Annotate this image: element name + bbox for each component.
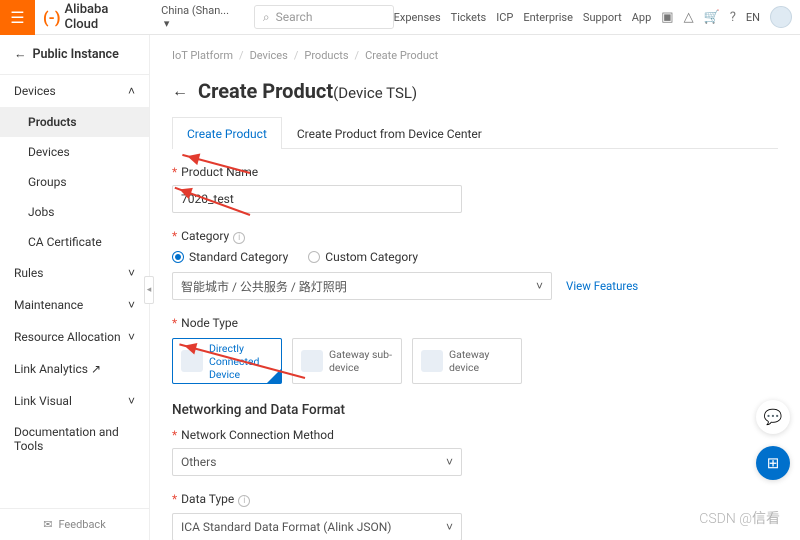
tabs: Create Product Create Product from Devic…: [172, 117, 778, 149]
nav-group-rules[interactable]: Rules˅: [0, 257, 149, 289]
brand-mark-icon: (-): [43, 8, 61, 27]
nav-app[interactable]: App: [632, 11, 652, 24]
search-input[interactable]: ⌕ Search: [254, 5, 394, 29]
product-name-label: Product Name: [172, 165, 778, 179]
lang-switch[interactable]: EN: [746, 11, 760, 24]
notification-icon[interactable]: △: [684, 10, 694, 25]
region-selector[interactable]: China (Shan... ▾: [161, 4, 240, 30]
tab-create-from-device-center[interactable]: Create Product from Device Center: [282, 117, 497, 149]
node-type-label: Node Type: [172, 316, 778, 330]
sidebar-item-ca-certificate[interactable]: CA Certificate: [0, 227, 149, 257]
nav-group-link-analytics[interactable]: Link Analytics ↗: [0, 353, 149, 385]
data-type-label: Data Typei: [172, 492, 778, 507]
crumb-iot[interactable]: IoT Platform: [172, 49, 233, 62]
nav-group-resource-allocation[interactable]: Resource Allocation˅: [0, 321, 149, 353]
public-instance-back[interactable]: ← Public Instance: [0, 35, 149, 75]
device-icon: [421, 350, 443, 372]
category-select[interactable]: 智能城市 / 公共服务 / 路灯照明˅: [172, 272, 552, 300]
chevron-down-icon: ˅: [446, 520, 453, 534]
crumb-devices[interactable]: Devices: [250, 49, 288, 62]
brand-text: Alibaba Cloud: [64, 2, 145, 32]
nav-group-maintenance[interactable]: Maintenance˅: [0, 289, 149, 321]
feedback-button[interactable]: ✉Feedback: [0, 508, 149, 540]
node-card-sub-device[interactable]: Gateway sub-device: [292, 338, 402, 384]
view-features-link[interactable]: View Features: [566, 279, 638, 293]
chevron-up-icon: ˄: [128, 84, 135, 98]
crumb-create-product: Create Product: [365, 49, 438, 62]
tab-create-product[interactable]: Create Product: [172, 117, 282, 149]
nav-group-devices[interactable]: Devices˄: [0, 75, 149, 107]
radio-standard-category[interactable]: Standard Category: [172, 250, 288, 264]
sidebar: ← Public Instance Devices˄ Products Devi…: [0, 35, 150, 540]
cart-icon[interactable]: 🛒: [704, 10, 720, 25]
menu-icon[interactable]: ☰: [0, 0, 35, 35]
page-title: ← Create Product(Device TSL): [172, 79, 778, 103]
feedback-icon: ✉: [43, 518, 52, 531]
device-icon: [301, 350, 323, 372]
data-type-select[interactable]: ICA Standard Data Format (Alink JSON)˅: [172, 513, 462, 540]
create-product-form: Product Name Categoryi Standard Category…: [172, 165, 778, 540]
title-back-icon[interactable]: ←: [172, 81, 188, 101]
nav-group-link-visual[interactable]: Link Visual˅: [0, 385, 149, 417]
chevron-down-icon: ˅: [128, 330, 135, 344]
chevron-down-icon: ˅: [128, 266, 135, 280]
main-content: IoT Platform/ Devices/ Products/ Create …: [150, 35, 800, 540]
info-icon[interactable]: i: [233, 232, 245, 244]
nav-expenses[interactable]: Expenses: [394, 11, 441, 24]
category-label: Categoryi: [172, 229, 778, 244]
node-card-gateway[interactable]: Gateway device: [412, 338, 522, 384]
sidebar-item-jobs[interactable]: Jobs: [0, 197, 149, 227]
radio-custom-category[interactable]: Custom Category: [308, 250, 418, 264]
sidebar-item-devices[interactable]: Devices: [0, 137, 149, 167]
back-arrow-icon: ←: [14, 47, 27, 62]
nav-tickets[interactable]: Tickets: [451, 11, 487, 24]
sidebar-item-groups[interactable]: Groups: [0, 167, 149, 197]
search-placeholder: Search: [276, 10, 313, 24]
sidebar-collapse-handle[interactable]: ◂: [144, 276, 154, 304]
network-method-label: Network Connection Method: [172, 428, 778, 442]
cloudshell-icon[interactable]: ▣: [661, 10, 673, 25]
avatar[interactable]: [770, 6, 792, 28]
help-icon[interactable]: ?: [730, 10, 736, 25]
search-icon: ⌕: [263, 10, 270, 25]
brand-logo[interactable]: (-) Alibaba Cloud: [43, 2, 145, 32]
network-method-select[interactable]: Others˅: [172, 448, 462, 476]
topbar: ☰ (-) Alibaba Cloud China (Shan... ▾ ⌕ S…: [0, 0, 800, 35]
chevron-down-icon: ˅: [128, 298, 135, 312]
networking-section-header: Networking and Data Format: [172, 402, 778, 418]
nav-support[interactable]: Support: [583, 11, 622, 24]
sidebar-item-products[interactable]: Products: [0, 107, 149, 137]
apps-icon[interactable]: ⊞: [756, 446, 790, 480]
breadcrumb: IoT Platform/ Devices/ Products/ Create …: [172, 35, 778, 75]
chevron-down-icon: ˅: [128, 394, 135, 408]
float-buttons: 💬 ⊞: [756, 400, 790, 480]
top-right-nav: Expenses Tickets ICP Enterprise Support …: [394, 6, 792, 28]
product-name-field[interactable]: [172, 185, 462, 213]
chat-icon[interactable]: 💬: [756, 400, 790, 434]
nav-enterprise[interactable]: Enterprise: [523, 11, 573, 24]
nav-icp[interactable]: ICP: [496, 11, 513, 24]
chevron-down-icon: ˅: [536, 279, 543, 293]
info-icon[interactable]: i: [238, 495, 250, 507]
nav-group-docs-tools[interactable]: Documentation and Tools: [0, 417, 149, 461]
crumb-products[interactable]: Products: [304, 49, 348, 62]
chevron-down-icon: ˅: [446, 455, 453, 469]
